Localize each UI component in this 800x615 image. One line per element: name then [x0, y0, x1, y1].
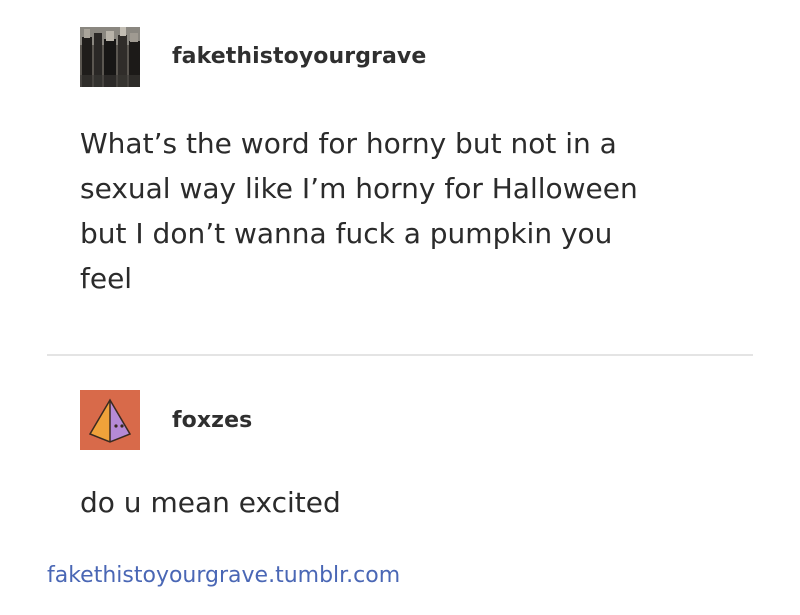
post-body: What’s the word for horny but not in a s… [80, 121, 760, 301]
post-username[interactable]: fakethistoyourgrave [172, 44, 426, 69]
post-divider [47, 354, 753, 356]
post-body-line: feel [80, 262, 133, 295]
reply-body-line: do u mean excited [80, 486, 341, 519]
reply-body: do u mean excited [80, 480, 760, 525]
reply-username[interactable]: foxzes [172, 408, 252, 433]
post-body-line: but I don’t wanna fuck a pumpkin you [80, 217, 613, 250]
photo-avatar-icon[interactable] [80, 27, 140, 87]
post-body-line: sexual way like I’m horny for Halloween [80, 172, 638, 205]
pyramid-avatar-icon[interactable] [80, 390, 140, 450]
post-body-line: What’s the word for horny but not in a [80, 127, 617, 160]
source-link[interactable]: fakethistoyourgrave.tumblr.com [47, 563, 400, 588]
